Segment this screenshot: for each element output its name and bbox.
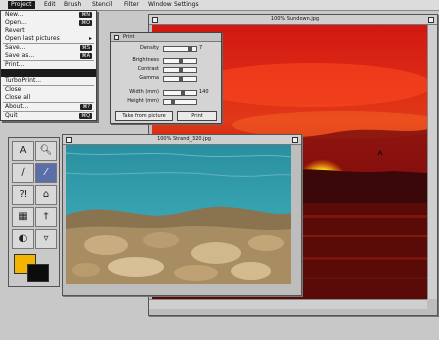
menu-item[interactable]: New... ⌘N <box>1 11 96 19</box>
menu-item[interactable]: Print... <box>1 61 96 69</box>
take-from-picture-button[interactable]: Take from picture <box>115 111 173 121</box>
gamma-label: Gamma <box>139 75 159 81</box>
zoom-icon[interactable] <box>292 137 298 143</box>
shortcut-badge: ⌘N <box>79 12 92 18</box>
height-row: Height (mm) <box>115 97 217 105</box>
density-value: 7 <box>199 45 203 51</box>
project-menu-dropdown: New... ⌘N Open... ⌘O Revert Open last picture… <box>0 10 97 121</box>
toolbox: A 🔍︎ ∕ ⁄ ⁈ ⌂ ▦ † ◐ ▿ <box>8 137 60 287</box>
contrast-row: Contrast <box>115 65 217 73</box>
menu-item[interactable]: TurboPrint... <box>1 77 96 85</box>
menu-item[interactable]: Close all <box>1 94 96 102</box>
menu-item-label: TurboPrint... <box>5 77 42 84</box>
menu-item-label: Close <box>5 86 22 93</box>
close-icon[interactable] <box>66 137 72 143</box>
shortcut-badge: ⌘O <box>79 20 92 26</box>
menu-item-label: Print... <box>5 61 25 68</box>
horizontal-scrollbar[interactable] <box>149 299 427 309</box>
slider-knob[interactable] <box>181 90 185 96</box>
menu-stencil[interactable]: Stencil <box>92 1 112 9</box>
eyedropper-tool-icon[interactable]: † <box>35 207 57 227</box>
width-label: Width (mm) <box>129 89 159 95</box>
shortcut-badge: ⌘Q <box>79 113 92 119</box>
close-icon[interactable] <box>152 17 158 23</box>
menu-item-label: Close all <box>5 94 31 101</box>
background-color-swatch[interactable] <box>27 264 49 282</box>
slider-knob[interactable] <box>171 99 175 105</box>
density-slider[interactable] <box>163 46 197 52</box>
width-slider[interactable] <box>163 90 197 96</box>
slider-knob[interactable] <box>188 46 192 52</box>
print-dialog: Print Density 7 Brightness Contrast Gamm… <box>110 32 222 124</box>
sunset-window-titlebar[interactable]: 100% Sundown.jpg <box>149 15 437 25</box>
fill-tool-icon[interactable]: ▿ <box>35 229 57 249</box>
brightness-label: Brightness <box>132 57 159 63</box>
gamma-slider[interactable] <box>163 76 197 82</box>
shortcut-badge: ⌘S <box>79 45 92 51</box>
beach-window-titlebar[interactable]: 100% Strand_320.jpg <box>63 135 301 145</box>
menu-item[interactable]: Save as... ⌘A <box>1 52 96 60</box>
menu-item-label: Save... <box>5 44 26 51</box>
menu-filter[interactable]: Filter <box>124 1 139 9</box>
close-icon[interactable] <box>114 35 119 40</box>
gamma-row: Gamma <box>115 74 217 82</box>
width-value: 140 <box>199 89 209 95</box>
menu-item[interactable]: Close <box>1 86 96 94</box>
menu-item-label: Save as... <box>5 52 35 59</box>
shortcut-badge: ⌘A <box>79 53 92 59</box>
zoom-icon[interactable] <box>428 17 434 23</box>
menu-item[interactable]: About... ⌘? <box>1 103 96 111</box>
slider-knob[interactable] <box>179 76 183 82</box>
beach-window: 100% Strand_320.jpg <box>62 134 302 296</box>
density-row: Density 7 <box>115 44 217 52</box>
menu-project[interactable]: Project <box>8 1 35 9</box>
slider-knob[interactable] <box>179 58 183 64</box>
window-title: 100% Sundown.jpg <box>270 16 320 22</box>
menu-item-label: Quit <box>5 112 18 119</box>
pencil-tool-icon[interactable]: ∕ <box>12 163 34 183</box>
slider-knob[interactable] <box>179 67 183 73</box>
menu-brush[interactable]: Brush <box>64 1 81 9</box>
submenu-arrow-icon: ▸ <box>88 35 92 42</box>
text-tool-icon[interactable]: A <box>12 141 34 161</box>
menu-item[interactable]: Save... ⌘S <box>1 44 96 52</box>
menu-item-label: New... <box>5 11 24 18</box>
zoom-tool-icon[interactable]: 🔍︎ <box>35 141 57 161</box>
menu-window[interactable]: Window <box>148 1 172 9</box>
height-slider[interactable] <box>163 99 197 105</box>
window-title: 100% Strand_320.jpg <box>157 136 211 142</box>
menu-settings[interactable]: Settings <box>174 1 199 9</box>
menu-edit[interactable]: Edit <box>44 1 56 9</box>
height-label: Height (mm) <box>127 98 159 104</box>
beach-picture <box>66 145 291 284</box>
menu-item-label: Open... <box>5 19 27 26</box>
contrast-label: Contrast <box>137 66 159 72</box>
brightness-row: Brightness <box>115 56 217 64</box>
menu-item[interactable]: Revert <box>1 27 96 35</box>
brightness-slider[interactable] <box>163 58 197 64</box>
beach-image[interactable] <box>66 145 291 284</box>
stamp-tool-icon[interactable]: ⌂ <box>35 185 57 205</box>
contrast-slider[interactable] <box>163 67 197 73</box>
menu-item[interactable]: Quit ⌘Q <box>1 112 96 120</box>
width-row: Width (mm) 140 <box>115 88 217 96</box>
grid-tool-icon[interactable]: ▦ <box>12 207 34 227</box>
menu-item[interactable]: Open last pictures ▸ <box>1 35 96 43</box>
brush-tool-icon[interactable]: ⁄ <box>35 163 57 183</box>
shortcut-badge: ⌘? <box>80 104 92 110</box>
airbrush-tool-icon[interactable]: ⁈ <box>12 185 34 205</box>
print-button[interactable]: Print <box>177 111 217 121</box>
print-dialog-title: Print <box>123 34 135 40</box>
menu-item[interactable]: Open... ⌘O <box>1 19 96 27</box>
menu-item-label: About... <box>5 103 29 110</box>
menu-item[interactable] <box>1 69 96 77</box>
menu-item-label: Open last pictures <box>5 35 60 42</box>
color-picker-tool-icon[interactable]: ◐ <box>12 229 34 249</box>
print-dialog-titlebar[interactable]: Print <box>111 33 221 42</box>
density-label: Density <box>139 45 159 51</box>
vertical-scrollbar[interactable] <box>427 25 437 299</box>
menu-item-label: Revert <box>5 27 25 34</box>
